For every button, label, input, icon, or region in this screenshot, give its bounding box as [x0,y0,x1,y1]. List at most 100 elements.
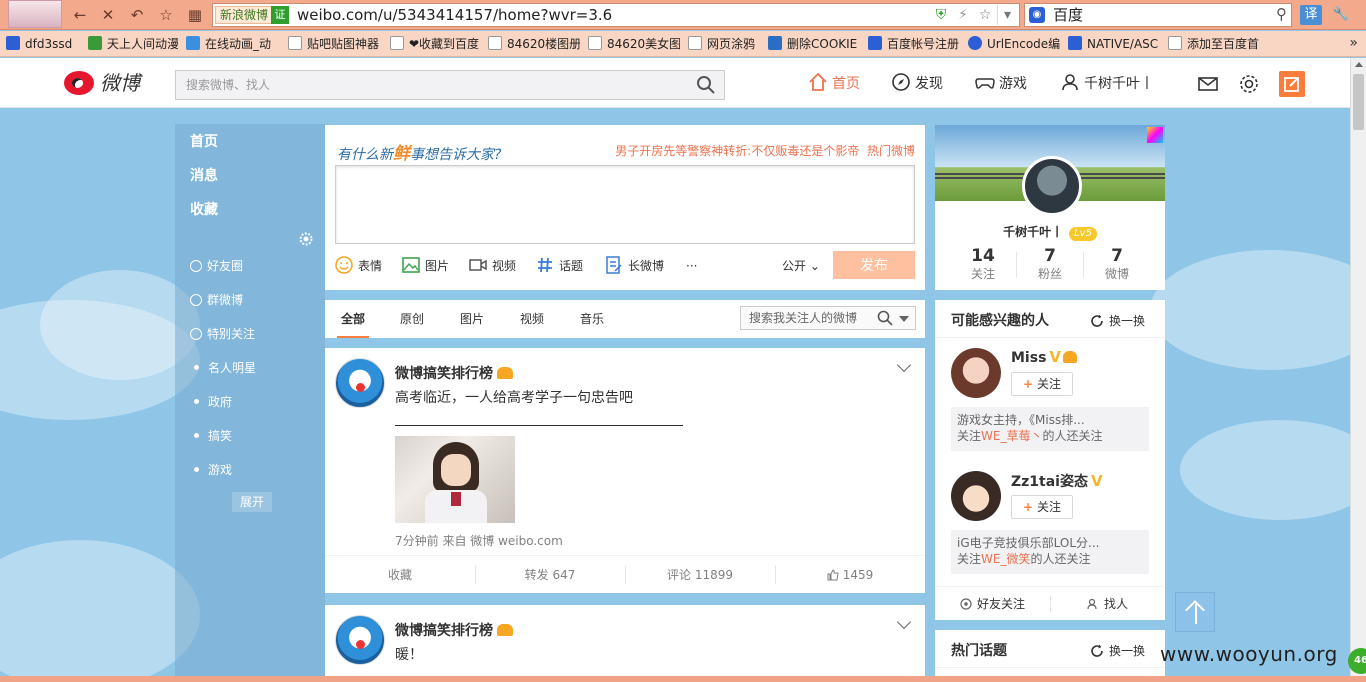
tools-icon[interactable]: 🔧 [1330,5,1352,25]
refresh-button[interactable]: 换一换 [1090,312,1145,329]
nav-home[interactable]: 首页 [808,72,860,96]
follow-button[interactable]: + 关注 [1011,495,1073,519]
follow-button[interactable]: + 关注 [1011,372,1073,396]
sidebar-item-messages[interactable]: 消息 [190,166,218,186]
url-text[interactable]: weibo.com/u/5343414157/home?wvr=3.6 [297,5,612,25]
compose-button[interactable] [1279,71,1305,97]
more-tools-button[interactable]: ··· [686,255,697,277]
emoji-button[interactable]: 表情 [335,255,382,277]
search-icon[interactable]: ⚲ [1276,5,1287,23]
stat-posts[interactable]: 7 微博 [1084,246,1150,282]
mail-icon[interactable] [1197,73,1219,95]
nav-user[interactable]: 千树千叶丨 [1060,72,1154,96]
sidebar-item-home[interactable]: 首页 [190,132,218,152]
scroll-up-arrow-icon[interactable] [1355,62,1363,67]
search-icon[interactable] [877,310,893,326]
author-avatar[interactable] [335,615,385,665]
shield-icon[interactable]: ⛨ [931,5,951,25]
tab-images[interactable]: 图片 [460,310,484,328]
bookmark-item[interactable]: 天上人间动漫 [88,35,178,53]
author-name[interactable]: 微博搞笑排行榜 [395,363,513,383]
bookmark-item[interactable]: NATIVE/ASC [1068,35,1160,53]
publish-button[interactable]: 发布 [833,251,915,279]
long-post-button[interactable]: 长微博 [605,255,664,277]
person-name[interactable]: Zz1tai姿态 V [1011,471,1103,491]
nav-game[interactable]: 游戏 [975,72,1027,96]
star-icon[interactable]: ☆ [156,5,176,25]
weibo-search-input[interactable] [176,71,686,99]
bookmark-item[interactable]: 贴吧贴图神器 [288,35,380,53]
topic-button[interactable]: 话题 [536,255,583,277]
bookmark-item[interactable]: 84620楼图册 [488,35,580,53]
back-icon[interactable]: ← [70,5,90,25]
repost-button[interactable]: 转发 647 [475,556,625,594]
gear-icon[interactable] [1238,73,1260,95]
author-avatar[interactable] [335,358,385,408]
profile-name[interactable]: 千树千叶丨 Lv5 [935,223,1165,241]
sidebar-item-group-weibo[interactable]: 群微博 [190,291,243,309]
sidebar-item-games[interactable]: 游戏 [190,461,232,479]
stat-following[interactable]: 14 关注 [950,246,1016,282]
person-avatar[interactable] [951,471,1001,521]
image-button[interactable]: 图片 [402,255,449,277]
post-image[interactable] [395,436,515,523]
bookmark-item[interactable]: 删除COOKIE [768,35,860,53]
bookmark-item[interactable]: UrlEncode编 [968,35,1060,53]
sidebar-item-favorites[interactable]: 收藏 [190,200,218,220]
bookmark-item[interactable]: 在线动画_动 [186,35,278,53]
profile-avatar[interactable] [8,0,62,28]
sidebar-item-celebrities[interactable]: 名人明星 [190,359,256,377]
skin-icon[interactable] [1147,127,1163,143]
caret-down-icon[interactable] [899,316,909,322]
undo-icon[interactable]: ↶ [127,5,147,25]
page-scrollbar[interactable] [1350,58,1366,676]
sidebar-item-friend-circle[interactable]: 好友圈 [190,257,243,275]
refresh-button[interactable]: 换一换 [1090,642,1145,659]
favorite-button[interactable]: 收藏 [325,556,475,594]
profile-avatar[interactable] [1022,156,1082,216]
tab-all[interactable]: 全部 [336,310,370,338]
friends-follow-button[interactable]: 好友关注 [935,587,1050,621]
grid-icon[interactable]: ▦ [185,5,205,25]
person-name[interactable]: Miss V [1011,348,1078,366]
privacy-dropdown[interactable]: 公开 ⌄ [782,255,820,277]
find-people-button[interactable]: 找人 [1050,587,1165,621]
sidebar-settings-gear-icon[interactable] [299,232,313,246]
browser-search-box[interactable]: ◉ 百度 ⚲ [1024,3,1292,27]
bookmark-item[interactable]: 百度帐号注册 [868,35,960,53]
lightning-icon[interactable]: ⚡ [953,5,973,25]
bookmark-star-icon[interactable]: ☆ [975,5,995,25]
sidebar-item-special-follow[interactable]: 特别关注 [190,325,255,343]
author-name[interactable]: 微博搞笑排行榜 [395,620,513,640]
post-meta[interactable]: 7分钟前 来自 微博 weibo.com [395,532,563,549]
hot-topic-link[interactable]: 男子开房先等警察神转折:不仅贩毒还是个影帝 热门微博 [615,142,915,159]
dropdown-icon[interactable]: ▾ [997,5,1017,25]
sidebar-expand-button[interactable]: 展开 [232,492,272,512]
bookmark-item[interactable]: 84620美女图 [588,35,680,53]
back-to-top-button[interactable] [1175,592,1215,632]
card-menu-chevron-icon[interactable] [896,614,912,630]
post-textarea[interactable] [335,165,915,244]
sidebar-item-funny[interactable]: 搞笑 [190,427,232,445]
person-avatar[interactable] [951,348,1001,398]
scrollbar-thumb[interactable] [1353,74,1364,130]
level-badge[interactable]: Lv5 [1069,227,1097,241]
bookmark-item[interactable]: 添加至百度首 [1168,35,1286,53]
video-button[interactable]: 视频 [469,255,516,277]
bookmark-item[interactable]: dfd3ssd [6,35,78,53]
tab-videos[interactable]: 视频 [520,310,544,328]
translate-icon[interactable]: 译 [1300,5,1322,25]
bookmark-item[interactable]: 网页涂鸦 [688,35,760,53]
search-icon[interactable] [696,75,716,95]
sidebar-item-government[interactable]: 政府 [190,393,232,411]
nav-discover[interactable]: 发现 [891,72,943,96]
card-menu-chevron-icon[interactable] [896,357,912,373]
bookmark-item[interactable]: ❤收藏到百度 [390,35,482,53]
like-button[interactable]: 1459 [775,556,925,594]
feed-search-input[interactable] [741,307,871,329]
comment-button[interactable]: 评论 11899 [625,556,775,594]
tab-original[interactable]: 原创 [400,310,424,328]
close-tab-icon[interactable]: ✕ [98,5,118,25]
stat-followers[interactable]: 7 粉丝 [1017,246,1083,282]
tab-music[interactable]: 音乐 [580,310,604,328]
